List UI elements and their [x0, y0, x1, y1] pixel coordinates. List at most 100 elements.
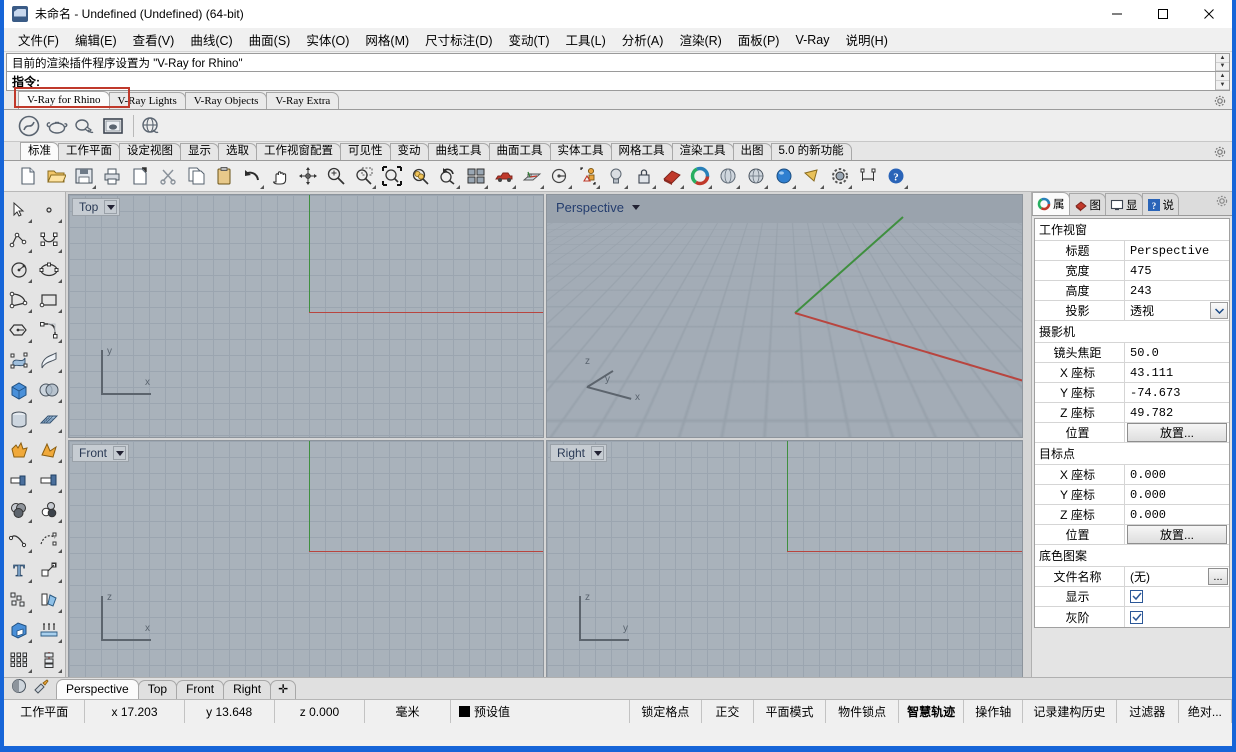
viewport-top-label[interactable]: Top: [72, 198, 120, 216]
light-bulb-icon[interactable]: [602, 163, 630, 190]
point-icon[interactable]: [34, 195, 64, 225]
projection-dropdown-caret-icon[interactable]: [1210, 302, 1228, 319]
status-toggle-gumball[interactable]: 操作轴: [964, 700, 1023, 723]
boolean-difference-icon[interactable]: [34, 495, 64, 525]
rectangular-array-icon[interactable]: [4, 645, 34, 675]
row-target-y[interactable]: Y 座标 0.000: [1035, 485, 1229, 505]
vray-render-icon[interactable]: [16, 113, 42, 139]
menu-dimension[interactable]: 尺寸标注(D): [417, 27, 500, 52]
toolbar-tab-select[interactable]: 选取: [218, 143, 257, 160]
curve-from-points-icon[interactable]: [34, 525, 64, 555]
object-snap-icon[interactable]: [574, 163, 602, 190]
blend-curve-icon[interactable]: [4, 525, 34, 555]
row-wallpaper-show[interactable]: 显示: [1035, 587, 1229, 607]
toolbar-tab-display[interactable]: 显示: [180, 143, 219, 160]
status-toggle-absolute[interactable]: 绝对...: [1179, 700, 1232, 723]
shade-sphere-icon[interactable]: [714, 163, 742, 190]
tab-layers[interactable]: 图: [1069, 193, 1107, 215]
status-layer[interactable]: 预设值: [451, 700, 630, 723]
fillet-corner-icon[interactable]: [34, 315, 64, 345]
view-tab-front[interactable]: Front: [176, 680, 224, 699]
toolbar-tab-surface-tools[interactable]: 曲面工具: [489, 143, 551, 160]
row-height[interactable]: 高度 243: [1035, 281, 1229, 301]
menu-surface[interactable]: 曲面(S): [241, 27, 299, 52]
explode-icon[interactable]: [4, 435, 34, 465]
cage-edit-icon[interactable]: [4, 615, 34, 645]
toolbar-tab-curve-tools[interactable]: 曲线工具: [428, 143, 490, 160]
vray-globe-pick-icon[interactable]: [139, 113, 165, 139]
status-toggle-history[interactable]: 记录建构历史: [1023, 700, 1117, 723]
save-file-icon[interactable]: [70, 163, 98, 190]
tab-help[interactable]: ? 说: [1142, 193, 1180, 215]
boolean-union-icon[interactable]: [4, 495, 34, 525]
toolbar-tab-solid-tools[interactable]: 实体工具: [550, 143, 612, 160]
menu-panels[interactable]: 面板(P): [730, 27, 788, 52]
toolbar-tab-visibility[interactable]: 可见性: [340, 143, 391, 160]
status-toggle-osnap[interactable]: 物件锁点: [826, 700, 899, 723]
maximize-button[interactable]: [1140, 0, 1186, 28]
mesh-grid-icon[interactable]: [34, 405, 64, 435]
row-projection-value[interactable]: 透视: [1125, 301, 1229, 320]
vray-tab-lights[interactable]: V-Ray Lights: [109, 92, 186, 109]
viewport-front-dropdown-caret[interactable]: [113, 446, 126, 460]
row-camera-x-value[interactable]: 43.111: [1125, 363, 1229, 382]
zoom-in-out-icon[interactable]: [322, 163, 350, 190]
rectangle-icon[interactable]: [34, 285, 64, 315]
status-toggle-ortho[interactable]: 正交: [702, 700, 753, 723]
tab-display[interactable]: 显: [1105, 193, 1143, 215]
rotate-view-icon[interactable]: [294, 163, 322, 190]
row-camera-y[interactable]: Y 座标 -74.673: [1035, 383, 1229, 403]
row-width[interactable]: 宽度 475: [1035, 261, 1229, 281]
row-focal-length-value[interactable]: 50.0: [1125, 343, 1229, 362]
row-camera-x[interactable]: X 座标 43.111: [1035, 363, 1229, 383]
viewport-right-label[interactable]: Right: [550, 444, 607, 462]
wallpaper-grayscale-checkbox[interactable]: [1130, 611, 1143, 624]
row-camera-z-value[interactable]: 49.782: [1125, 403, 1229, 422]
toolbar-tab-transform[interactable]: 变动: [390, 143, 429, 160]
wallpaper-show-checkbox[interactable]: [1130, 590, 1143, 603]
shade-toggle-icon[interactable]: [10, 677, 28, 700]
split-icon[interactable]: [34, 465, 64, 495]
menu-help[interactable]: 说明(H): [838, 27, 896, 52]
menu-render[interactable]: 渲染(R): [671, 27, 729, 52]
circle-icon[interactable]: [4, 255, 34, 285]
menu-analyze[interactable]: 分析(A): [614, 27, 672, 52]
menu-tools[interactable]: 工具(L): [557, 27, 613, 52]
row-wallpaper-filename[interactable]: 文件名称 (无)...: [1035, 567, 1229, 587]
render-wedge-icon[interactable]: [658, 163, 686, 190]
trim-icon[interactable]: [4, 465, 34, 495]
render-color-wheel-icon[interactable]: [686, 163, 714, 190]
zoom-window-icon[interactable]: [350, 163, 378, 190]
vray-tab-for-rhino[interactable]: V-Ray for Rhino: [18, 91, 110, 109]
tab-properties[interactable]: 属: [1032, 192, 1070, 215]
zoom-selected-icon[interactable]: [406, 163, 434, 190]
zoom-previous-icon[interactable]: [434, 163, 462, 190]
add-view-tab-button[interactable]: ✛: [270, 680, 296, 699]
viewport-right[interactable]: z y Right: [546, 440, 1023, 685]
polar-array-icon[interactable]: [34, 645, 64, 675]
toolbar-tab-drafting[interactable]: 出图: [733, 143, 772, 160]
copy-objects-icon[interactable]: [4, 585, 34, 615]
row-camera-position[interactable]: 位置 放置...: [1035, 423, 1229, 443]
row-title[interactable]: 标题 Perspective: [1035, 241, 1229, 261]
viewport-right-dropdown-caret[interactable]: [591, 446, 604, 460]
status-toggle-planar[interactable]: 平面模式: [754, 700, 827, 723]
car-model-icon[interactable]: [490, 163, 518, 190]
row-camera-y-value[interactable]: -74.673: [1125, 383, 1229, 402]
vray-tab-extra[interactable]: V-Ray Extra: [266, 92, 339, 109]
ellipse-icon[interactable]: [34, 255, 64, 285]
toolbar-tab-viewport-layout[interactable]: 工作视窗配置: [256, 143, 341, 160]
target-place-button[interactable]: 放置...: [1127, 525, 1227, 544]
menu-edit[interactable]: 编辑(E): [67, 27, 125, 52]
command-line-scroll[interactable]: ▲▼: [1215, 72, 1229, 90]
paste-icon[interactable]: [210, 163, 238, 190]
help-icon[interactable]: ?: [882, 163, 910, 190]
mirror-icon[interactable]: [34, 585, 64, 615]
row-wallpaper-grayscale[interactable]: 灰阶: [1035, 607, 1229, 627]
pan-hand-icon[interactable]: [266, 163, 294, 190]
print-icon[interactable]: [98, 163, 126, 190]
boolean-split-icon[interactable]: [34, 435, 64, 465]
polygon-icon[interactable]: [4, 315, 34, 345]
viewport-perspective-label[interactable]: Perspective: [550, 198, 645, 216]
toolbar-tab-render-tools[interactable]: 渲染工具: [672, 143, 734, 160]
